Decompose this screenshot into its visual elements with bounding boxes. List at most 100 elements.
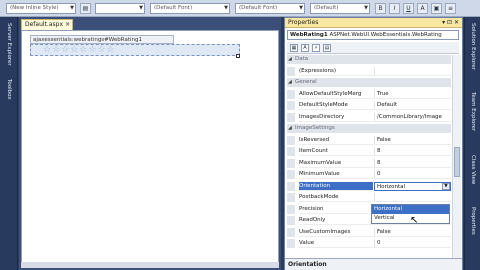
chevron-down-icon: ▼ bbox=[70, 5, 74, 11]
property-row[interactable]: MinimumValue 0 bbox=[287, 170, 451, 179]
property-value[interactable]: 0 bbox=[374, 239, 451, 248]
scrollbar-thumb[interactable] bbox=[454, 147, 460, 177]
row-gutter bbox=[287, 89, 295, 99]
class-view-tab[interactable]: Class View bbox=[467, 155, 479, 184]
row-gutter bbox=[287, 158, 295, 168]
formatting-toolbar: (New Inline Style) ▼ ▤ ▼ (Default Font) … bbox=[0, 0, 480, 17]
document-editor: Default.aspx × ajaxessentials:webratings… bbox=[19, 17, 281, 270]
team-explorer-tab[interactable]: Team Explorer bbox=[467, 92, 479, 131]
property-row[interactable]: ItemCount 8 bbox=[287, 147, 451, 156]
property-row[interactable]: UseCustomImages False bbox=[287, 227, 451, 237]
property-value[interactable]: 8 bbox=[374, 158, 451, 168]
property-value[interactable]: 8 bbox=[374, 147, 451, 156]
collapse-icon[interactable]: ◢ bbox=[288, 124, 292, 133]
option-horizontal[interactable]: Horizontal bbox=[372, 205, 449, 214]
property-name: PostbackMode bbox=[299, 193, 373, 202]
row-gutter bbox=[287, 193, 295, 202]
property-grid-scrollbar[interactable] bbox=[452, 55, 461, 270]
property-value[interactable]: False bbox=[374, 135, 451, 145]
control-smart-tag[interactable]: ajaxessentials:webratings#WebRating1 bbox=[30, 35, 174, 44]
property-value[interactable]: Default bbox=[374, 101, 451, 110]
row-gutter bbox=[287, 181, 295, 191]
property-category[interactable]: ◢ General bbox=[287, 78, 451, 87]
solution-explorer-tab[interactable]: Solution Explorer bbox=[467, 23, 479, 70]
style-combo-value: (New Inline Style) bbox=[10, 5, 59, 11]
collapse-icon[interactable]: ◢ bbox=[288, 55, 292, 64]
font-size-combo[interactable]: (Default Font) ▼ bbox=[235, 3, 305, 14]
chevron-down-icon: ▼ bbox=[224, 5, 228, 11]
property-name: Data bbox=[295, 56, 309, 62]
property-category[interactable]: ◢ Data bbox=[287, 55, 451, 64]
size-combo[interactable]: (Default) ▼ bbox=[310, 3, 370, 14]
property-row[interactable]: Orientation Horizontal ▼ bbox=[287, 181, 451, 191]
property-value[interactable]: Horizontal bbox=[374, 181, 451, 191]
server-explorer-tab[interactable]: Server Explorer bbox=[3, 23, 15, 66]
property-name: ItemCount bbox=[299, 147, 373, 156]
property-row[interactable]: IsReversed False bbox=[287, 135, 451, 145]
property-row[interactable]: PostbackMode bbox=[287, 193, 451, 202]
property-row[interactable]: (Expressions) bbox=[287, 66, 451, 76]
design-surface[interactable]: ajaxessentials:webratings#WebRating1 ☆☆☆… bbox=[21, 30, 279, 268]
bold-button[interactable]: B bbox=[375, 3, 386, 14]
property-value[interactable]: 0 bbox=[374, 170, 451, 179]
categorized-button[interactable]: ▦ bbox=[290, 44, 298, 52]
property-name: ReadOnly bbox=[299, 216, 373, 225]
events-button[interactable]: ⚡ bbox=[312, 44, 320, 52]
font-color-button[interactable]: A bbox=[417, 3, 428, 14]
mouse-cursor-icon: ↖ bbox=[410, 215, 419, 226]
property-category[interactable]: ◢ ImageSettings bbox=[287, 124, 451, 133]
property-row[interactable]: ImagesDirectory/CommonLibrary/Image bbox=[287, 112, 451, 122]
resize-handle[interactable] bbox=[236, 54, 240, 58]
property-name: Value bbox=[299, 239, 373, 248]
property-value[interactable] bbox=[374, 66, 451, 76]
collapse-icon[interactable]: ◢ bbox=[288, 78, 292, 87]
left-tool-strip: Server Explorer Toolbox bbox=[0, 17, 18, 270]
font-combo[interactable]: (Default Font) ▼ bbox=[150, 3, 230, 14]
window-controls[interactable]: ▾ ⊡ ✕ bbox=[442, 18, 459, 28]
object-selector[interactable]: WebRating1 ASPNet.WebUI.WebEssentials.We… bbox=[287, 30, 459, 40]
property-value[interactable]: False bbox=[374, 227, 451, 237]
property-row[interactable]: MaximumValue 8 bbox=[287, 158, 451, 168]
property-name: IsReversed bbox=[299, 136, 373, 145]
font-size-combo-value: (Default Font) bbox=[239, 5, 278, 11]
highlight-button[interactable]: ▣ bbox=[431, 3, 442, 14]
style-button[interactable]: ▤ bbox=[80, 3, 91, 14]
row-gutter bbox=[287, 147, 295, 156]
row-gutter bbox=[287, 170, 295, 179]
underline-button[interactable]: U bbox=[403, 3, 414, 14]
property-pages-button[interactable]: ▤ bbox=[323, 44, 331, 52]
rating-stars[interactable]: ☆☆☆☆☆☆☆☆ bbox=[43, 45, 116, 56]
toolbox-tab[interactable]: Toolbox bbox=[3, 79, 15, 100]
property-value[interactable]: True bbox=[374, 89, 451, 99]
row-gutter bbox=[287, 204, 295, 214]
property-value[interactable]: /CommonLibrary/Image bbox=[374, 112, 451, 122]
style-combo[interactable]: (New Inline Style) ▼ bbox=[6, 3, 76, 14]
row-gutter bbox=[287, 227, 295, 237]
chevron-down-icon[interactable]: ▼ bbox=[442, 182, 450, 190]
chevron-down-icon: ▼ bbox=[139, 5, 143, 11]
alphabetical-button[interactable]: A bbox=[301, 44, 309, 52]
property-name: AllowDefaultStyleMerg bbox=[299, 90, 373, 99]
properties-toolbar: ▦ A ⚡ ▤ bbox=[287, 42, 459, 54]
property-grid: ◢ Data (Expressions) ◢ General AllowDefaultSt… bbox=[287, 55, 451, 270]
property-name: (Expressions) bbox=[299, 67, 373, 76]
property-description: Orientation bbox=[285, 258, 462, 270]
property-row[interactable]: Value 0 bbox=[287, 239, 451, 248]
block-format-combo[interactable]: ▼ bbox=[95, 3, 145, 14]
row-gutter bbox=[287, 112, 295, 122]
property-name: General bbox=[295, 79, 317, 85]
align-button[interactable]: ≡ bbox=[445, 3, 456, 14]
web-rating-control[interactable]: ☆☆☆☆☆☆☆☆ bbox=[30, 44, 240, 56]
property-row[interactable]: AllowDefaultStyleMerg True bbox=[287, 89, 451, 99]
close-icon[interactable]: × bbox=[65, 20, 70, 30]
right-tool-strip: Solution Explorer Team Explorer Class Vi… bbox=[464, 17, 480, 270]
tab-default-aspx[interactable]: Default.aspx × bbox=[21, 19, 73, 30]
property-row[interactable]: DefaultStyleMode Default bbox=[287, 101, 451, 110]
italic-button[interactable]: I bbox=[389, 3, 400, 14]
properties-title-bar: Properties ▾ ⊡ ✕ bbox=[285, 18, 462, 28]
editor-status-strip bbox=[21, 262, 279, 268]
property-name: UseCustomImages bbox=[299, 228, 373, 237]
properties-tab[interactable]: Properties bbox=[467, 207, 479, 235]
selected-object-name: WebRating1 bbox=[290, 32, 328, 38]
property-value[interactable] bbox=[374, 193, 451, 202]
